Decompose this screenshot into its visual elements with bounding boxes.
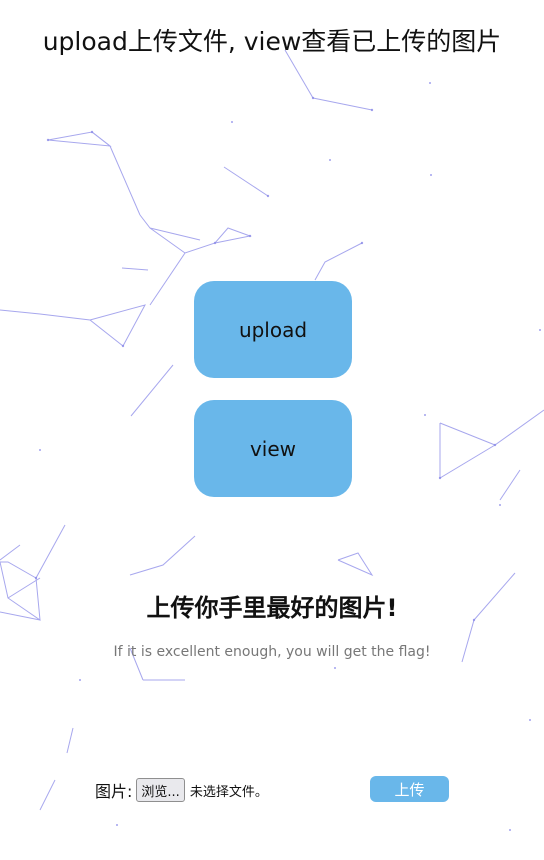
image-field-label: 图片: bbox=[95, 782, 133, 801]
upload-button[interactable]: upload bbox=[194, 281, 352, 378]
view-button[interactable]: view bbox=[194, 400, 352, 497]
browse-button[interactable]: 浏览... bbox=[136, 778, 185, 802]
upload-form: 图片: 浏览... 未选择文件。 bbox=[95, 777, 268, 803]
file-status-text: 未选择文件。 bbox=[189, 784, 268, 800]
page: upload上传文件, view查看已上传的图片 upload view 上传你… bbox=[0, 0, 544, 860]
page-title: upload上传文件, view查看已上传的图片 bbox=[42, 27, 502, 56]
upload-subtitle: If it is excellent enough, you will get … bbox=[113, 644, 431, 660]
upload-heading: 上传你手里最好的图片! bbox=[146, 594, 398, 622]
submit-upload-button[interactable]: 上传 bbox=[370, 776, 449, 802]
